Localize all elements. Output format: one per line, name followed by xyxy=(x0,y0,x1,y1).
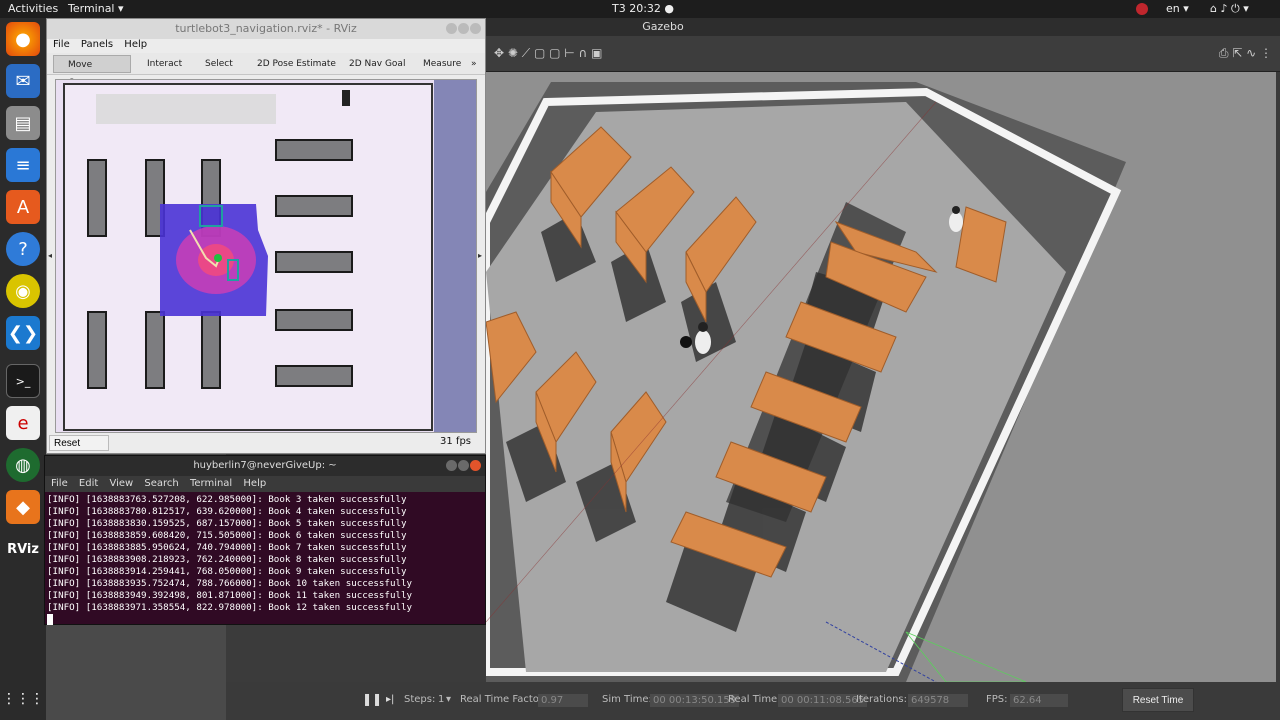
close-icon[interactable] xyxy=(470,23,481,34)
terminal-window: huyberlin7@neverGiveUp: ~ File Edit View… xyxy=(44,455,486,625)
fps-label: FPS: xyxy=(986,694,1008,705)
steps-label: Steps: xyxy=(404,694,436,705)
menu-file[interactable]: File xyxy=(53,39,70,50)
steps-dropdown-icon[interactable]: ▾ xyxy=(446,694,451,705)
menu-view[interactable]: View xyxy=(109,478,133,489)
rviz-toolbar: Move Camera Interact Select 2D Pose Esti… xyxy=(47,53,485,88)
transform-tools-icon[interactable]: ✥ ✺ ⟋ ▢ ▢ ⊢ ∩ ▣ xyxy=(494,46,602,61)
gazebo-toolbar: ✥ ✺ ⟋ ▢ ▢ ⊢ ∩ ▣ ⎙ ⇱ ∿ ⋮ xyxy=(486,36,1280,72)
view-tools-icon[interactable]: ⎙ ⇱ ∿ ⋮ xyxy=(1219,46,1272,61)
log-line: [INFO] [1638883830.159525, 687.157000]: … xyxy=(47,518,407,529)
sim-time-value: 00 00:13:50.159 xyxy=(650,694,740,707)
firefox-icon[interactable]: ● xyxy=(6,22,40,56)
step-icon[interactable]: ▸| xyxy=(386,694,394,705)
tool-2d-nav-goal[interactable]: 2D Nav Goal xyxy=(335,55,405,73)
log-line: [INFO] [1638883971.358554, 822.978000]: … xyxy=(47,602,413,613)
fps-readout: 31 fps xyxy=(440,436,471,447)
files-icon[interactable]: ▤ xyxy=(6,106,40,140)
rviz-map-view[interactable] xyxy=(55,79,477,433)
language-menu[interactable]: en ▾ xyxy=(1166,2,1189,15)
left-panel-handle-icon[interactable]: ◂ xyxy=(48,251,52,260)
terminal-title-text: huyberlin7@neverGiveUp: ~ xyxy=(193,460,337,471)
log-line: [INFO] [1638883859.608420, 715.505000]: … xyxy=(47,530,407,541)
activities-button[interactable]: Activities xyxy=(8,2,58,15)
log-line: [INFO] [1638883949.392498, 801.871000]: … xyxy=(47,590,413,601)
terminal-title: huyberlin7@neverGiveUp: ~ xyxy=(45,456,485,476)
menu-search[interactable]: Search xyxy=(144,478,178,489)
reset-time-button[interactable]: Reset Time xyxy=(1122,688,1194,712)
rviz-window: turtlebot3_navigation.rviz* - RViz File … xyxy=(46,18,486,454)
terminal-icon[interactable]: >_ xyxy=(6,364,40,398)
thunderbird-icon[interactable]: ✉ xyxy=(6,64,40,98)
real-time-label: Real Time: xyxy=(728,694,781,705)
menu-help[interactable]: Help xyxy=(124,39,147,50)
gazebo-status-bar: ❚❚ ▸| Steps: 1 ▾ Real Time Factor: 0.97 … xyxy=(226,682,1280,720)
robot-pose-icon xyxy=(214,254,222,262)
dock: ● ✉ ▤ ≡ A ? ◉ ❮❯ >_ e ◍ ◆ RViz ⋮⋮⋮ xyxy=(0,18,46,720)
person-model xyxy=(695,330,711,354)
close-icon[interactable] xyxy=(470,460,481,471)
tool-2d-pose-estimate[interactable]: 2D Pose Estimate xyxy=(243,55,336,73)
log-line: [INFO] [1638883780.812517, 639.620000]: … xyxy=(47,506,407,517)
iterations-label: Iterations: xyxy=(856,694,907,705)
terminal-menubar: File Edit View Search Terminal Help xyxy=(45,476,485,492)
tool-select[interactable]: Select xyxy=(191,55,233,73)
menu-edit[interactable]: Edit xyxy=(79,478,98,489)
rviz-title-text: turtlebot3_navigation.rviz* - RViz xyxy=(175,22,357,35)
rviz-menubar: File Panels Help xyxy=(47,39,485,53)
rtf-label: Real Time Factor: xyxy=(460,694,547,705)
software-icon[interactable]: A xyxy=(6,190,40,224)
gazebo-3d-view[interactable] xyxy=(486,72,1276,682)
steps-value[interactable]: 1 xyxy=(438,694,444,705)
minimize-icon[interactable] xyxy=(446,23,457,34)
reset-button[interactable]: Reset xyxy=(49,435,109,451)
fps-value: 62.64 xyxy=(1010,694,1068,707)
rviz-title: turtlebot3_navigation.rviz* - RViz xyxy=(47,19,485,39)
log-line: [INFO] [1638883908.218923, 762.240000]: … xyxy=(47,554,407,565)
clock[interactable]: T3 20:32 ● xyxy=(612,2,674,15)
record-icon[interactable] xyxy=(1136,3,1148,15)
menu-panels[interactable]: Panels xyxy=(81,39,113,50)
terminal-output[interactable]: [INFO] [1638883763.527208, 622.985000]: … xyxy=(45,492,485,629)
app-menu[interactable]: Terminal ▾ xyxy=(68,2,124,15)
tool-measure[interactable]: Measure xyxy=(409,55,461,73)
writer-icon[interactable]: ≡ xyxy=(6,148,40,182)
rviz-icon[interactable]: RViz xyxy=(6,532,40,566)
minimize-icon[interactable] xyxy=(446,460,457,471)
top-bar: Activities Terminal ▾ T3 20:32 ● en ▾ ⌂ … xyxy=(0,0,1280,18)
person-model-2 xyxy=(949,212,963,232)
pdf-icon[interactable]: e xyxy=(6,406,40,440)
toolbar-more-icon[interactable]: » xyxy=(471,55,477,73)
menu-terminal[interactable]: Terminal xyxy=(190,478,232,489)
maximize-icon[interactable] xyxy=(458,460,469,471)
system-tray[interactable]: ⌂ ♪ ⏻ ▾ xyxy=(1210,2,1249,16)
iterations-value: 649578 xyxy=(908,694,968,707)
show-apps-icon[interactable]: ⋮⋮⋮ xyxy=(2,682,44,716)
log-line: [INFO] [1638883914.259441, 768.050000]: … xyxy=(47,566,407,577)
menu-file[interactable]: File xyxy=(51,478,68,489)
log-line: [INFO] [1638883885.950624, 740.794000]: … xyxy=(47,542,407,553)
menu-help[interactable]: Help xyxy=(243,478,266,489)
sim-time-label: Sim Time: xyxy=(602,694,652,705)
rtf-value: 0.97 xyxy=(538,694,588,707)
help-icon[interactable]: ? xyxy=(6,232,40,266)
rhythmbox-icon[interactable]: ◉ xyxy=(6,274,40,308)
real-time-value: 00 00:11:08.565 xyxy=(778,694,868,707)
layers-icon[interactable]: ◆ xyxy=(6,490,40,524)
pause-icon[interactable]: ❚❚ xyxy=(362,692,382,706)
log-line: [INFO] [1638883935.752474, 788.766000]: … xyxy=(47,578,413,589)
log-line: [INFO] [1638883763.527208, 622.985000]: … xyxy=(47,494,407,505)
vscode-icon[interactable]: ❮❯ xyxy=(6,316,40,350)
turtlebot-model xyxy=(680,336,692,348)
tool-move-camera[interactable]: Move Camera xyxy=(53,55,131,88)
globe-icon[interactable]: ◍ xyxy=(6,448,40,482)
terminal-cursor xyxy=(47,614,53,625)
maximize-icon[interactable] xyxy=(458,23,469,34)
rviz-status-bar: Reset 31 fps xyxy=(47,433,485,453)
tool-interact[interactable]: Interact xyxy=(133,55,182,73)
right-panel-handle-icon[interactable]: ▸ xyxy=(478,251,482,260)
